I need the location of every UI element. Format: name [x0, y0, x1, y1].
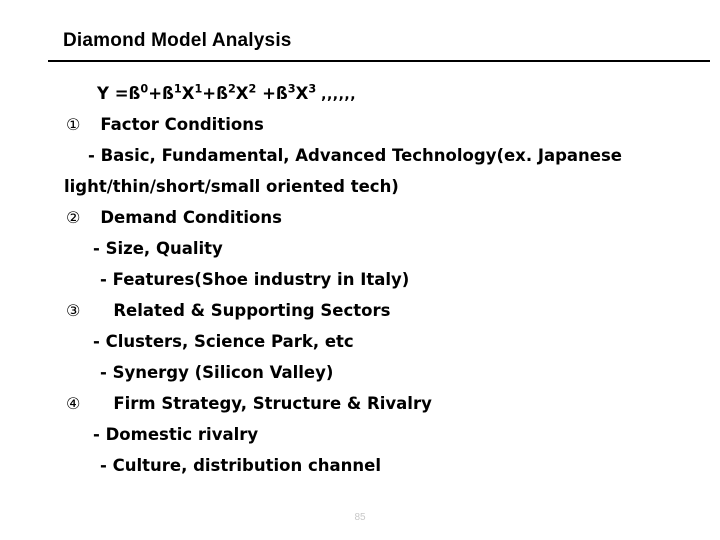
regression-formula: Y =ß0+ß1X1+ß2X2 +ß3X3,,,,,,: [0, 78, 720, 109]
formula-ellipsis: ,,,,,,: [321, 87, 357, 103]
formula-x-2: X: [235, 84, 249, 103]
formula-x-3: X: [295, 84, 309, 103]
circled-number-3-icon: ③: [66, 301, 81, 320]
formula-term-2: +ß: [202, 84, 228, 103]
title-divider: [48, 60, 710, 62]
list-item-heading-3: ③ Related & Supporting Sectors: [0, 295, 720, 326]
list-item-heading-1: ① Factor Conditions: [0, 109, 720, 140]
list-item-heading-2: ② Demand Conditions: [0, 202, 720, 233]
circled-number-4-icon: ④: [66, 394, 81, 413]
formula-exp-2a: 2: [227, 82, 236, 96]
list-item-bullet-4-1: - Domestic rivalry: [93, 425, 259, 444]
list-item-bullet-3-1: - Clusters, Science Park, etc: [93, 332, 354, 351]
page-number: 85: [354, 512, 366, 523]
formula-term-1: +ß: [148, 84, 174, 103]
list-item-bullet-2-1: - Size, Quality: [93, 239, 223, 258]
slide: Diamond Model Analysis Y =ß0+ß1X1+ß2X2 +…: [0, 0, 720, 540]
list-item-title-2: Demand Conditions: [100, 208, 282, 227]
formula-exp-3b: 3: [308, 82, 317, 96]
formula-lead: Y =ß: [97, 84, 141, 103]
circled-number-1-icon: ①: [66, 115, 81, 134]
page-title: Diamond Model Analysis: [63, 30, 292, 51]
list-item-bullet-1-2: light/thin/short/small oriented tech): [64, 177, 399, 196]
formula-x-1: X: [181, 84, 195, 103]
list-item-heading-4: ④ Firm Strategy, Structure & Rivalry: [0, 388, 720, 419]
list-item-title-3: Related & Supporting Sectors: [113, 301, 391, 320]
list-item-bullet-2-2: - Features(Shoe industry in Italy): [100, 270, 410, 289]
list-item-title-1: Factor Conditions: [100, 115, 264, 134]
formula-exp-1a: 1: [173, 82, 182, 96]
list-item-title-4: Firm Strategy, Structure & Rivalry: [113, 394, 432, 413]
formula-term-3: +ß: [256, 84, 288, 103]
list-item-bullet-4-2: - Culture, distribution channel: [100, 456, 381, 475]
formula-exp-3a: 3: [287, 82, 296, 96]
list-item-bullet-3-2: - Synergy (Silicon Valley): [100, 363, 334, 382]
circled-number-2-icon: ②: [66, 208, 81, 227]
list-item-bullet-1-1: - Basic, Fundamental, Advanced Technolog…: [88, 146, 623, 165]
slide-body: Y =ß0+ß1X1+ß2X2 +ß3X3,,,,,, ① Factor Cond…: [0, 78, 720, 481]
